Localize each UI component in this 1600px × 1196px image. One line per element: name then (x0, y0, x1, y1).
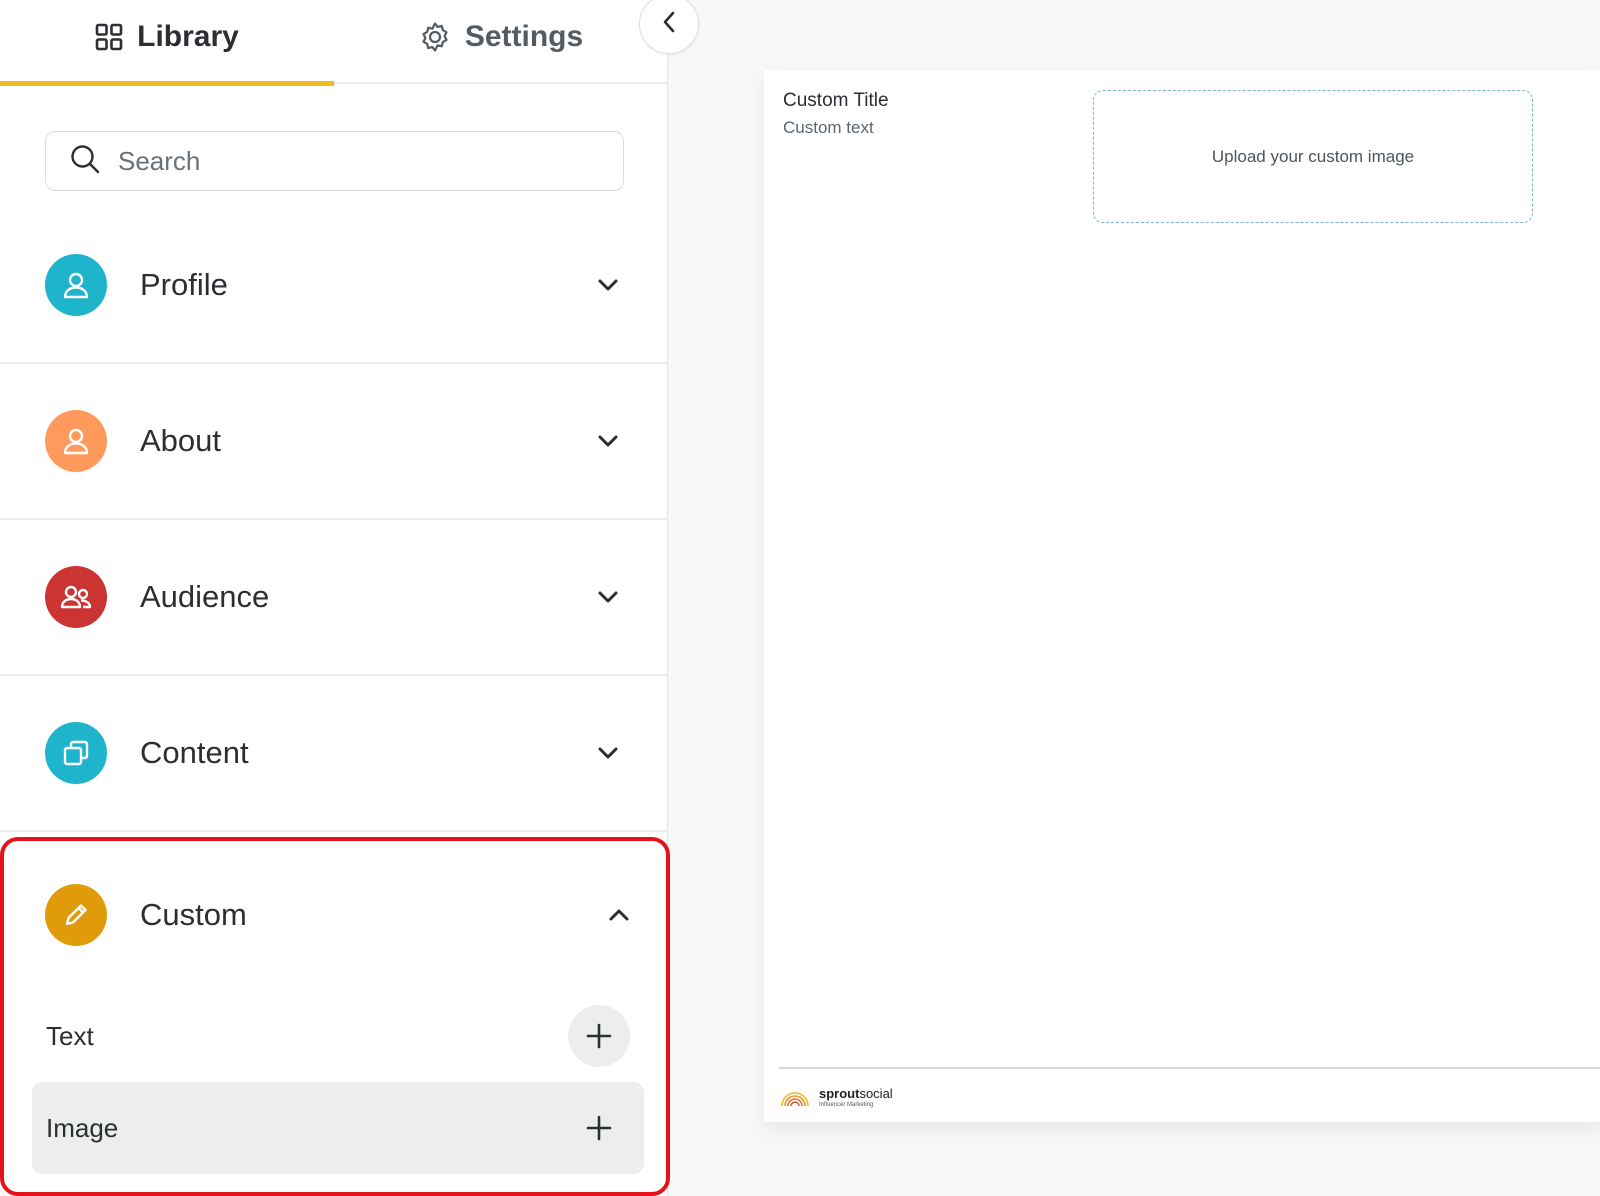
footer-divider (779, 1067, 1600, 1069)
section-audience[interactable]: Audience (0, 520, 668, 676)
custom-item-text[interactable]: Text (32, 990, 644, 1082)
search-box (45, 131, 624, 191)
tab-library[interactable]: Library (0, 0, 334, 86)
chevron-down-icon[interactable] (596, 273, 620, 297)
report-page-preview: Custom Title Custom text Upload your cus… (764, 70, 1600, 1122)
custom-item-label: Image (46, 1112, 119, 1143)
section-label: Audience (140, 579, 270, 614)
section-about[interactable]: About (0, 364, 668, 520)
brand-bold: sprout (819, 1086, 860, 1101)
sidebar-tabs: Library Settings (0, 0, 668, 86)
section-content[interactable]: Content (0, 676, 668, 832)
section-custom-highlight: Custom Text Image (0, 837, 670, 1196)
section-label: About (140, 423, 222, 458)
copy-icon (45, 722, 107, 784)
chevron-down-icon[interactable] (596, 741, 620, 765)
section-profile[interactable]: Profile (0, 208, 668, 364)
plus-icon[interactable] (568, 1097, 630, 1159)
brand-regular: social (859, 1086, 893, 1101)
chevron-down-icon[interactable] (596, 429, 620, 453)
upload-label: Upload your custom image (1211, 146, 1415, 166)
custom-item-image[interactable]: Image (32, 1082, 644, 1174)
tab-settings[interactable]: Settings (334, 0, 668, 84)
user-icon (45, 410, 107, 472)
chevron-up-icon[interactable] (607, 903, 631, 927)
tab-settings-label: Settings (464, 20, 584, 53)
pencil-icon (45, 884, 107, 946)
grid-icon (95, 23, 123, 51)
upload-image-dropzone[interactable]: Upload your custom image (1093, 90, 1533, 223)
section-label: Profile (140, 267, 228, 302)
custom-item-label: Text (46, 1020, 94, 1051)
search-input[interactable] (118, 145, 598, 177)
section-label: Content (140, 735, 249, 770)
chevron-left-icon (662, 11, 676, 38)
tab-library-label: Library (137, 20, 239, 53)
gear-icon (419, 21, 451, 53)
active-tab-indicator (0, 81, 334, 86)
custom-title[interactable]: Custom Title (783, 90, 889, 112)
user-icon (45, 254, 107, 316)
section-label: Custom (140, 897, 247, 932)
users-icon (45, 566, 107, 628)
section-custom[interactable]: Custom (45, 882, 635, 948)
search-icon (70, 144, 100, 179)
library-sidebar: Library Settings Search Profile About Au… (0, 0, 670, 1196)
sproutsocial-logo: sproutsocial Influencer Marketing (779, 1082, 893, 1113)
brand-tagline: Influencer Marketing (819, 1102, 874, 1108)
sprout-logo-icon (779, 1082, 811, 1113)
custom-text[interactable]: Custom text (783, 118, 874, 138)
collapse-sidebar-button[interactable] (639, 0, 699, 54)
chevron-down-icon[interactable] (596, 585, 620, 609)
plus-icon[interactable] (568, 1005, 630, 1067)
